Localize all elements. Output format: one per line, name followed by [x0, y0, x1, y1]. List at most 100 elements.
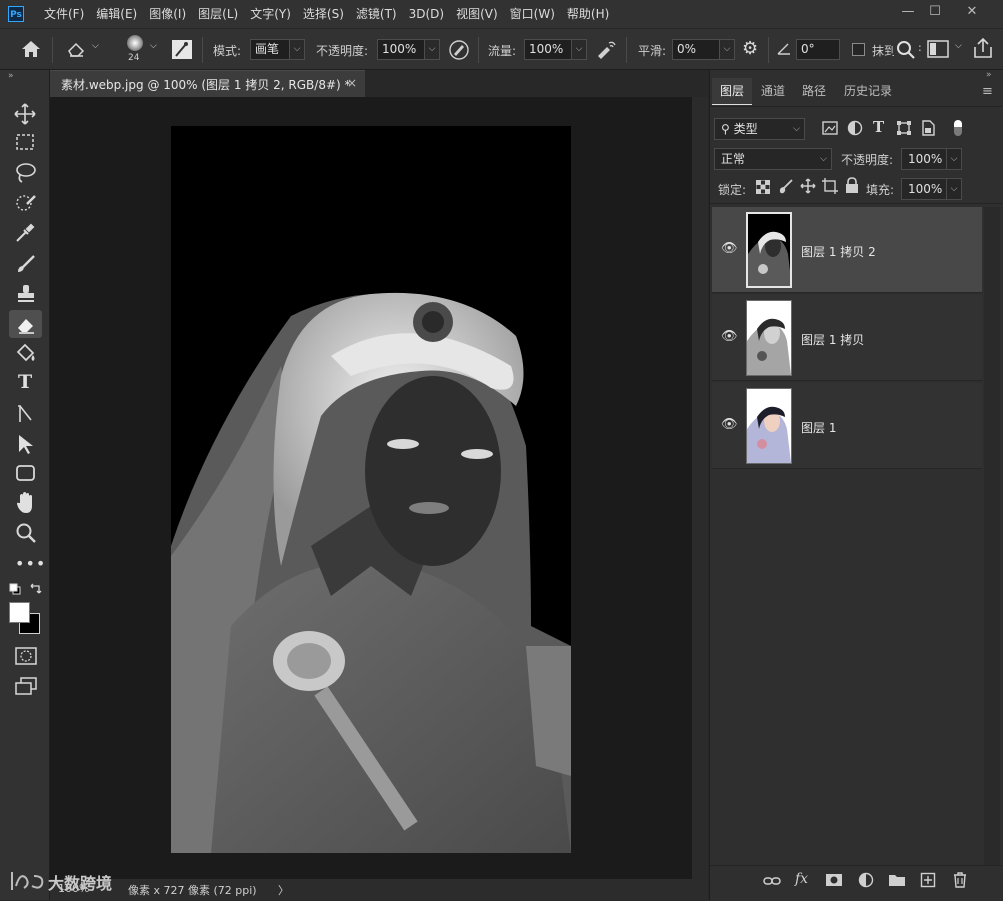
tab-paths[interactable]: 路径	[794, 78, 834, 104]
chevron-down-icon[interactable]: ⌵	[92, 41, 99, 51]
path-selection-tool-icon[interactable]	[16, 433, 36, 455]
new-group-icon[interactable]	[888, 873, 906, 887]
hand-tool-icon[interactable]	[15, 491, 37, 515]
menu-view[interactable]: 视图(V)	[450, 0, 504, 28]
tab-channels[interactable]: 通道	[753, 78, 793, 104]
clone-stamp-tool-icon[interactable]	[15, 283, 37, 305]
filter-pixel-icon[interactable]	[822, 121, 838, 135]
lock-position-icon[interactable]	[800, 178, 816, 194]
layer-opacity-chevron-icon[interactable]: ⌵	[946, 148, 962, 170]
quick-selection-tool-icon[interactable]	[15, 192, 37, 214]
workspace-chevron-icon[interactable]: ⌵	[955, 41, 962, 51]
zoom-tool-icon[interactable]	[15, 522, 37, 544]
quick-mask-icon[interactable]	[15, 647, 37, 665]
status-menu-arrow[interactable]: 〉	[278, 882, 289, 898]
menu-image[interactable]: 图像(I)	[143, 0, 192, 28]
layer-name[interactable]: 图层 1 拷贝 2	[801, 243, 876, 260]
layer-row-copy-2[interactable]: 👁 图层 1 拷贝 2	[712, 207, 982, 293]
pressure-opacity-icon[interactable]	[448, 39, 470, 61]
smoothing-input[interactable]: 0%	[672, 39, 720, 60]
visibility-eye-icon[interactable]: 👁	[721, 330, 738, 343]
rectangle-tool-icon[interactable]	[15, 463, 37, 483]
layer-name[interactable]: 图层 1	[801, 419, 836, 436]
flow-input[interactable]: 100%	[524, 39, 572, 60]
lock-transparent-pixels-icon[interactable]	[756, 180, 770, 194]
layer-name[interactable]: 图层 1 拷贝	[801, 331, 864, 348]
gear-icon[interactable]: ⚙	[742, 38, 758, 59]
screen-mode-icon[interactable]	[15, 676, 37, 696]
flow-dropdown-chevron-icon[interactable]: ⌵	[571, 39, 587, 60]
eyedropper-tool-icon[interactable]	[14, 222, 36, 244]
lasso-tool-icon[interactable]	[15, 162, 37, 184]
menu-edit[interactable]: 编辑(E)	[90, 0, 143, 28]
type-tool-icon[interactable]: T	[18, 371, 32, 393]
filter-shape-icon[interactable]	[896, 120, 912, 136]
default-colors-icon[interactable]	[9, 583, 21, 595]
menu-help[interactable]: 帮助(H)	[561, 0, 615, 28]
lock-image-pixels-icon[interactable]	[778, 178, 794, 194]
close-window-button[interactable]: ✕	[957, 2, 987, 22]
lock-all-icon[interactable]	[845, 177, 859, 194]
document-canvas[interactable]	[171, 126, 571, 853]
delete-layer-icon[interactable]	[952, 871, 968, 888]
menu-type[interactable]: 文字(Y)	[244, 0, 297, 28]
vertical-scrollbar[interactable]	[692, 97, 708, 879]
workspace-icon[interactable]	[927, 40, 949, 58]
visibility-eye-icon[interactable]: 👁	[721, 418, 738, 431]
smoothing-dropdown-chevron-icon[interactable]: ⌵	[719, 39, 735, 60]
filter-toggle-icon[interactable]	[954, 120, 962, 136]
opacity-input[interactable]: 100%	[377, 39, 425, 60]
filter-smart-object-icon[interactable]	[921, 120, 935, 136]
close-document-icon[interactable]: ×	[347, 76, 357, 90]
swap-colors-icon[interactable]	[29, 582, 42, 595]
add-mask-icon[interactable]	[825, 873, 843, 887]
mode-dropdown-chevron-icon[interactable]: ⌵	[289, 39, 305, 60]
document-tab[interactable]: 素材.webp.jpg @ 100% (图层 1 拷贝 2, RGB/8#) *…	[50, 70, 365, 97]
pen-tool-icon[interactable]	[15, 403, 37, 425]
link-layers-icon[interactable]	[763, 875, 781, 887]
layer-opacity-input[interactable]: 100%	[901, 148, 947, 170]
layer-row-original[interactable]: 👁 图层 1	[712, 383, 982, 469]
home-icon[interactable]	[20, 39, 42, 59]
maximize-button[interactable]: ☐	[920, 2, 950, 22]
collapse-panel-icon[interactable]: »	[986, 70, 992, 80]
menu-window[interactable]: 窗口(W)	[504, 0, 561, 28]
tab-history[interactable]: 历史记录	[836, 78, 900, 104]
visibility-eye-icon[interactable]: 👁	[721, 242, 738, 255]
mode-select[interactable]: 画笔	[250, 39, 290, 60]
filter-adjustment-icon[interactable]	[847, 120, 863, 136]
filter-type-icon[interactable]: T	[873, 118, 884, 136]
marquee-tool-icon[interactable]	[15, 132, 35, 152]
collapse-toolbar-icon[interactable]: »	[8, 71, 14, 81]
layer-style-fx-icon[interactable]: fx	[795, 871, 808, 887]
lock-artboard-icon[interactable]	[822, 178, 838, 194]
menu-file[interactable]: 文件(F)	[38, 0, 90, 28]
eraser-preset-icon[interactable]	[66, 41, 86, 57]
airbrush-icon[interactable]	[595, 39, 617, 61]
menu-3d[interactable]: 3D(D)	[403, 0, 450, 28]
menu-select[interactable]: 选择(S)	[297, 0, 350, 28]
brush-settings-icon[interactable]	[171, 39, 193, 60]
paint-bucket-tool-icon[interactable]	[14, 343, 38, 365]
share-icon[interactable]	[972, 37, 994, 59]
angle-input[interactable]: 0°	[796, 39, 840, 60]
new-adjustment-layer-icon[interactable]	[858, 872, 874, 888]
more-tools-icon[interactable]: •••	[15, 554, 46, 573]
blend-mode-select[interactable]: 正常 ⌵	[714, 148, 832, 170]
opacity-dropdown-chevron-icon[interactable]: ⌵	[424, 39, 440, 60]
layer-filter-select[interactable]: ⚲ 类型 ⌵	[714, 118, 805, 140]
brush-dropdown-chevron-icon[interactable]: ⌵	[150, 41, 157, 51]
layer-row-copy[interactable]: 👁 图层 1 拷贝	[712, 295, 982, 381]
fill-chevron-icon[interactable]: ⌵	[946, 178, 962, 200]
brush-preview-icon[interactable]	[127, 35, 143, 51]
layers-scrollbar[interactable]	[984, 207, 1000, 867]
menu-layer[interactable]: 图层(L)	[192, 0, 244, 28]
erase-to-history-checkbox[interactable]	[852, 43, 865, 56]
panel-menu-icon[interactable]: ≡	[982, 84, 993, 99]
eraser-tool-icon[interactable]	[15, 314, 37, 336]
fill-input[interactable]: 100%	[901, 178, 947, 200]
tab-layers[interactable]: 图层	[712, 78, 753, 105]
menu-filter[interactable]: 滤镜(T)	[350, 0, 403, 28]
search-icon[interactable]	[896, 40, 916, 60]
minimize-button[interactable]: —	[893, 2, 923, 22]
